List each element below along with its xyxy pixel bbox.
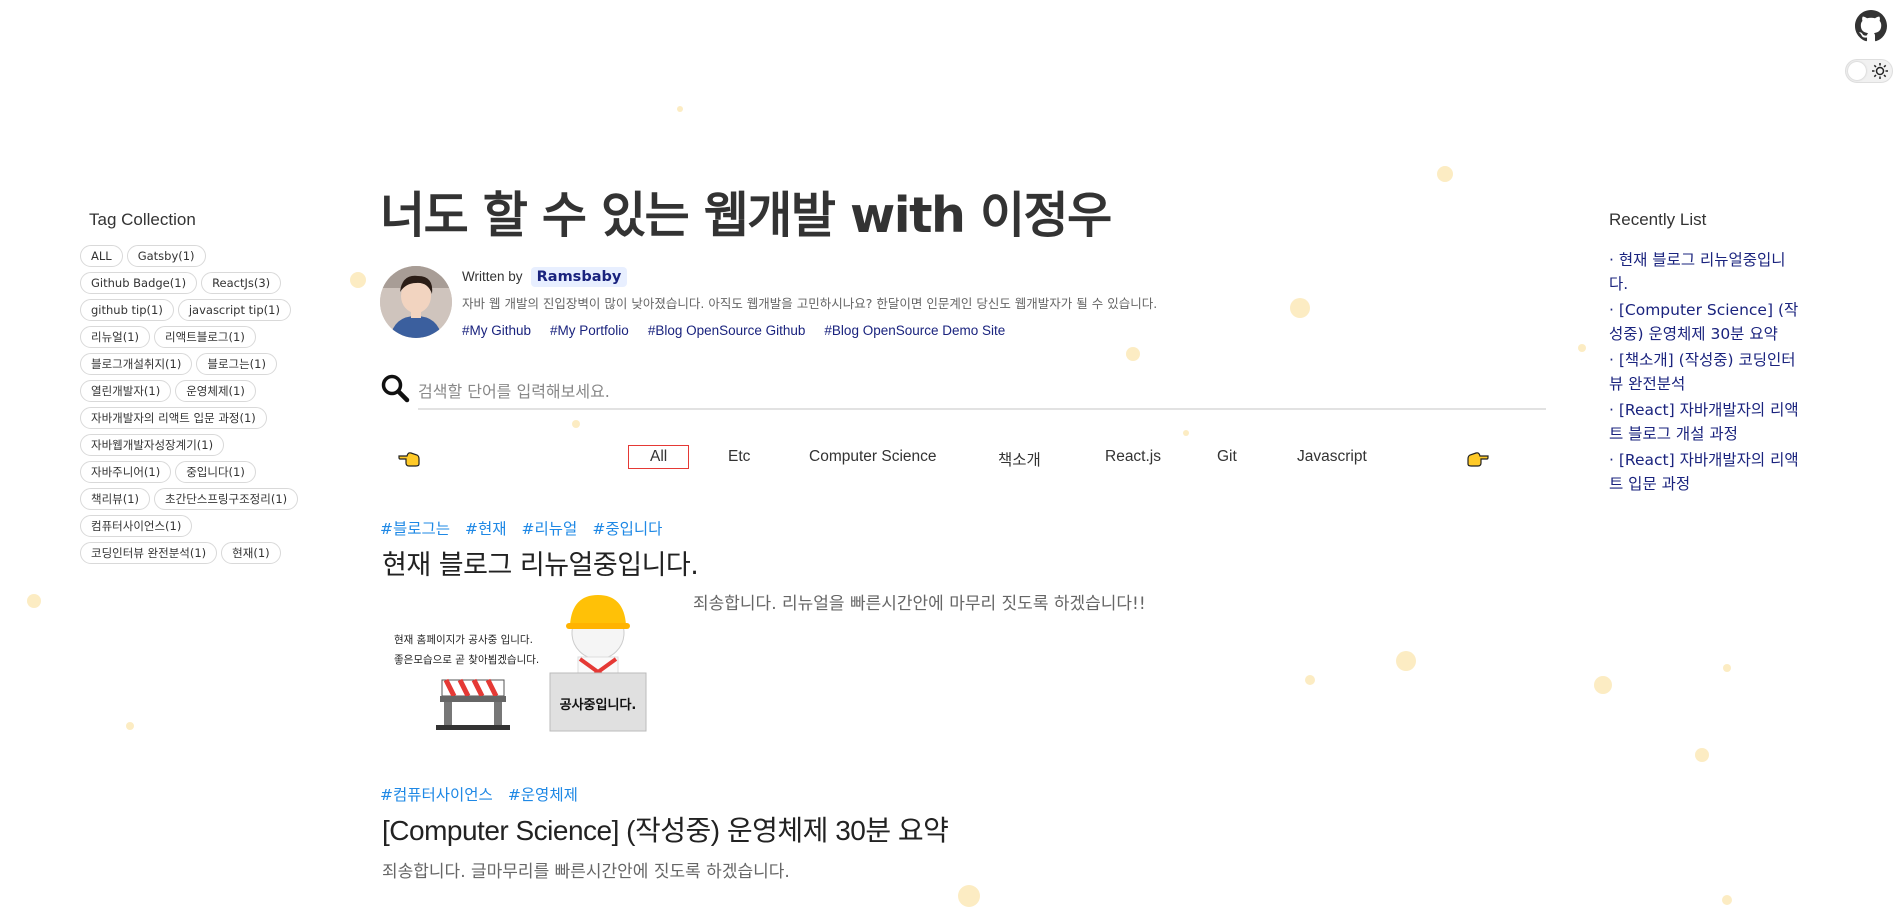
tag-pill[interactable]: Github Badge(1) <box>80 272 198 294</box>
recent-item[interactable]: · [Computer Science] (작성중) 운영체제 30분 요약 <box>1609 298 1799 346</box>
toggle-knob <box>1848 62 1866 80</box>
post-thumbnail[interactable]: 현재 홈페이지가 공사중 입니다. 좋은모습으로 곧 찾아뵙겠습니다. 공사중입… <box>380 585 670 735</box>
tag-pill[interactable]: 리액트블로그(1) <box>154 326 256 348</box>
tab-book[interactable]: 책소개 <box>998 445 1041 473</box>
tag-pill[interactable]: 코딩인터뷰 완전분석(1) <box>80 542 218 564</box>
tag-pill[interactable]: 컴퓨터사이언스(1) <box>80 515 193 537</box>
tag-pill[interactable]: 블로그는(1) <box>196 353 277 375</box>
thumb-line-1: 현재 홈페이지가 공사중 입니다. <box>394 633 533 646</box>
link-blog-opensource-github[interactable]: #Blog OpenSource Github <box>648 323 806 338</box>
author-name[interactable]: Ramsbaby <box>530 267 628 287</box>
post-card[interactable]: #블로그는 #현재 #리뉴얼 #중입니다 현재 블로그 리뉴얼중입니다. 현재 … <box>380 517 1510 737</box>
post-tag[interactable]: #블로그는 <box>380 517 450 539</box>
author-bio: Written by Ramsbaby 자바 웹 개발의 진입장벽이 많이 낮아… <box>380 266 1510 351</box>
link-my-github[interactable]: #My Github <box>462 323 531 338</box>
written-by-label: Written by <box>462 269 523 284</box>
tag-pill[interactable]: 초간단스프링구조정리(1) <box>154 488 299 510</box>
sun-icon <box>1872 63 1888 79</box>
recently-list: Recently List · 현재 블로그 리뉴얼중입니다. · [Compu… <box>1609 210 1799 498</box>
post-title[interactable]: 현재 블로그 리뉴얼중입니다. <box>382 543 1510 582</box>
tag-pill[interactable]: ReactJs(3) <box>201 272 282 294</box>
link-blog-opensource-demo[interactable]: #Blog OpenSource Demo Site <box>824 323 1005 338</box>
tab-git[interactable]: Git <box>1217 445 1237 469</box>
tag-pill[interactable]: Gatsby(1) <box>126 245 206 267</box>
point-left-icon[interactable] <box>398 450 420 468</box>
link-my-portfolio[interactable]: #My Portfolio <box>550 323 629 338</box>
tab-computer-science[interactable]: Computer Science <box>809 445 937 469</box>
worker-figure-icon: 공사중입니다. <box>549 595 647 732</box>
tab-all[interactable]: All <box>628 445 690 469</box>
tag-pill[interactable]: 현재(1) <box>221 542 281 564</box>
blog-title[interactable]: 너도 할 수 있는 웹개발 with 이정우 <box>380 180 1510 252</box>
tab-reactjs[interactable]: React.js <box>1105 445 1161 469</box>
search-input[interactable] <box>418 374 1546 410</box>
main-content: 너도 할 수 있는 웹개발 with 이정우 Written by Ramsba… <box>380 180 1546 882</box>
bio-text: Written by Ramsbaby 자바 웹 개발의 진입장벽이 많이 낮아… <box>462 266 1157 338</box>
tab-etc[interactable]: Etc <box>728 445 750 469</box>
post-card[interactable]: #컴퓨터사이언스 #운영체제 [Computer Science] (작성중) … <box>380 783 1510 882</box>
post-tag[interactable]: #현재 <box>465 517 507 539</box>
post-tag[interactable]: #운영체제 <box>508 783 578 805</box>
blog-description: 자바 웹 개발의 진입장벽이 많이 낮아졌습니다. 아직도 웹개발을 고민하시나… <box>462 296 1158 311</box>
tag-pill[interactable]: 운영체제(1) <box>175 380 256 402</box>
tag-pill[interactable]: 열린개발자(1) <box>80 380 172 402</box>
tab-javascript[interactable]: Javascript <box>1297 445 1367 469</box>
theme-toggle[interactable] <box>1845 59 1893 83</box>
tag-pill[interactable]: 리뉴얼(1) <box>80 326 151 348</box>
tag-pill[interactable]: github tip(1) <box>80 299 174 321</box>
tag-all[interactable]: ALL <box>80 245 123 267</box>
tag-collection-title: Tag Collection <box>89 210 196 229</box>
tag-pill[interactable]: 블로그개설취지(1) <box>80 353 193 375</box>
post-excerpt: 죄송합니다. 리뉴얼을 빠른시간안에 마무리 짓도록 하겠습니다!! <box>693 594 1146 614</box>
tag-pill[interactable]: 자바웹개발자성장계기(1) <box>80 434 225 456</box>
search-bar <box>380 370 1546 414</box>
search-icon <box>381 374 410 403</box>
recently-list-title: Recently List <box>1609 210 1707 229</box>
tag-pill[interactable]: 중입니다(1) <box>175 461 256 483</box>
post-tags: #컴퓨터사이언스 #운영체제 <box>380 783 1510 805</box>
tag-pill[interactable]: javascript tip(1) <box>177 299 291 321</box>
post-tag[interactable]: #컴퓨터사이언스 <box>380 783 493 805</box>
post-excerpt: 죄송합니다. 글마무리를 빠른시간안에 짓도록 하겠습니다. <box>382 862 790 882</box>
post-tags: #블로그는 #현재 #리뉴얼 #중입니다 <box>380 517 1510 539</box>
tag-pill[interactable]: 자바개발자의 리액트 입문 과정(1) <box>80 407 267 429</box>
recent-item[interactable]: · [React] 자바개발자의 리액트 블로그 개설 과정 <box>1609 398 1799 446</box>
post-tag[interactable]: #중입니다 <box>592 517 662 539</box>
written-by-line: Written by Ramsbaby <box>462 266 1157 287</box>
thumb-sign: 공사중입니다. <box>560 697 637 713</box>
barricade-icon <box>436 678 510 730</box>
recent-item[interactable]: · [책소개] (작성중) 코딩인터뷰 완전분석 <box>1609 348 1799 396</box>
social-links: #My Github #My Portfolio #Blog OpenSourc… <box>462 323 1157 338</box>
tag-collection: Tag Collection ALL Gatsby(1) Github Badge(… <box>80 210 300 564</box>
point-right-icon[interactable] <box>1467 450 1489 468</box>
github-icon[interactable] <box>1855 10 1887 42</box>
avatar <box>380 266 452 338</box>
post-tag[interactable]: #리뉴얼 <box>522 517 578 539</box>
post-title[interactable]: [Computer Science] (작성중) 운영체제 30분 요약 <box>382 809 1510 849</box>
thumb-line-2: 좋은모습으로 곧 찾아뵙겠습니다. <box>394 654 539 666</box>
tag-pill[interactable]: 자바주니어(1) <box>80 461 172 483</box>
category-tabs: All Etc Computer Science 책소개 React.js Gi… <box>380 440 1510 480</box>
tag-list: ALL Gatsby(1) Github Badge(1) ReactJs(3) git… <box>80 245 300 564</box>
recent-item[interactable]: · 현재 블로그 리뉴얼중입니다. <box>1609 248 1799 296</box>
recent-item[interactable]: · [React] 자바개발자의 리액트 입문 과정 <box>1609 448 1799 496</box>
tag-pill[interactable]: 책리뷰(1) <box>80 488 151 510</box>
